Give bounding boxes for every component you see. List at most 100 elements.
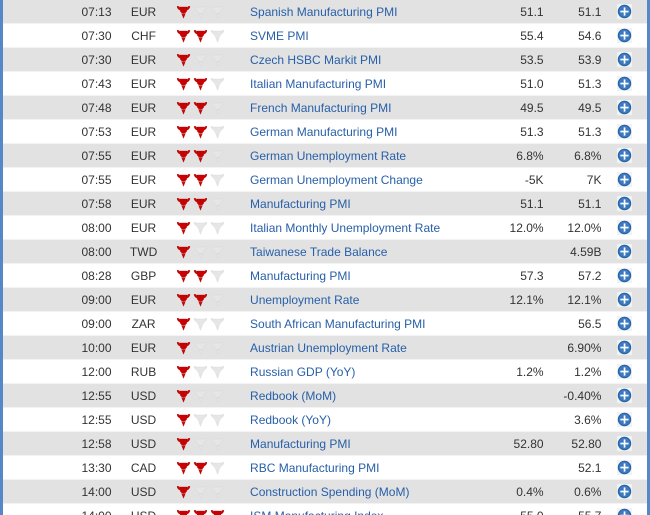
event-name-cell: Spanish Manufacturing PMI [250, 0, 486, 24]
add-event-icon[interactable] [616, 364, 632, 380]
calendar-event-row[interactable]: 07:58 EUR Manufacturing PMI 51.1 51.1 [3, 191, 647, 216]
add-event-icon[interactable] [616, 76, 632, 92]
event-time: 07:13 [3, 0, 112, 24]
add-event-icon[interactable] [616, 508, 632, 515]
calendar-event-row[interactable]: 07:55 EUR German Unemployment Rate 6.8% 6.8% [3, 143, 647, 168]
calendar-event-row[interactable]: 14:00 USD Construction Spending (MoM) 0.4% 0… [3, 479, 647, 504]
event-name-link[interactable]: Unemployment Rate [250, 293, 486, 307]
calendar-event-row[interactable]: 14:00USD ISM Manufacturing Index55.055.7 [3, 503, 647, 515]
bull-icon [210, 77, 225, 91]
event-name-link[interactable]: SVME PMI [250, 29, 486, 43]
bull-icon [176, 173, 191, 187]
event-actual-value: 12.0% [485, 215, 544, 240]
event-actual-value: 0.4% [485, 479, 544, 504]
calendar-event-row[interactable]: 09:00 ZAR South African Manufacturing PMI 5… [3, 311, 647, 336]
calendar-event-row[interactable]: 07:48 EUR French Manufacturing PMI 49.5 49.5 [3, 95, 647, 120]
calendar-event-row[interactable]: 09:00 EUR Unemployment Rate 12.1% 12.1% [3, 287, 647, 312]
calendar-event-row[interactable]: 10:00 EUR Austrian Unemployment Rate 6.90% [3, 335, 647, 360]
bull-icon [210, 509, 225, 515]
event-name-cell: Manufacturing PMI [250, 431, 486, 456]
add-event-icon[interactable] [616, 388, 632, 404]
add-event-icon[interactable] [616, 148, 632, 164]
add-event-icon[interactable] [616, 484, 632, 500]
event-name-link[interactable]: Redbook (MoM) [250, 389, 486, 403]
event-name-link[interactable]: Construction Spending (MoM) [250, 485, 486, 499]
bull-icon [193, 269, 208, 283]
event-forecast-value: 12.0% [543, 215, 602, 240]
calendar-event-row[interactable]: 07:55 EUR German Unemployment Change -5K 7K [3, 167, 647, 192]
event-time: 12:58 [3, 431, 112, 456]
calendar-event-row[interactable]: 12:58 USD Manufacturing PMI 52.80 52.80 [3, 431, 647, 456]
event-name-link[interactable]: German Unemployment Rate [250, 149, 486, 163]
event-name-link[interactable]: Manufacturing PMI [250, 437, 486, 451]
event-name-link[interactable]: Spanish Manufacturing PMI [250, 5, 486, 19]
add-event-icon[interactable] [616, 4, 632, 20]
calendar-event-row[interactable]: 07:53 EUR German Manufacturing PMI 51.3 51.3 [3, 119, 647, 144]
calendar-event-row[interactable]: 08:28 GBP Manufacturing PMI 57.3 57.2 [3, 263, 647, 288]
event-name-link[interactable]: Italian Monthly Unemployment Rate [250, 221, 486, 235]
bull-icon [176, 437, 191, 451]
event-name-link[interactable]: South African Manufacturing PMI [250, 317, 486, 331]
add-event-icon[interactable] [616, 100, 632, 116]
event-name-link[interactable]: Italian Manufacturing PMI [250, 77, 486, 91]
event-name-link[interactable]: Manufacturing PMI [250, 197, 486, 211]
event-forecast-value: 6.90% [543, 335, 602, 360]
event-importance [175, 263, 251, 288]
event-forecast-value: 54.6 [543, 23, 602, 48]
calendar-event-row[interactable]: 08:00 EUR Italian Monthly Unemployment Rat… [3, 215, 647, 240]
bull-icon [193, 149, 208, 163]
calendar-event-row[interactable]: 12:00 RUB Russian GDP (YoY) 1.2% 1.2% [3, 359, 647, 384]
bull-icon [210, 269, 225, 283]
add-event-icon[interactable] [616, 124, 632, 140]
event-name-link[interactable]: Manufacturing PMI [250, 269, 486, 283]
add-event-icon[interactable] [616, 28, 632, 44]
event-name-link[interactable]: ISM Manufacturing Index [250, 509, 486, 515]
calendar-event-row[interactable]: 13:30 CAD RBC Manufacturing PMI 52.1 [3, 455, 647, 480]
bull-icon [176, 197, 191, 211]
bull-icon [176, 5, 191, 19]
add-event-icon[interactable] [616, 436, 632, 452]
event-name-link[interactable]: RBC Manufacturing PMI [250, 461, 486, 475]
add-event-icon[interactable] [616, 244, 632, 260]
add-event-icon[interactable] [616, 220, 632, 236]
add-to-calendar-cell [601, 215, 647, 240]
event-currency: GBP [111, 263, 176, 288]
bull-icon [176, 413, 191, 427]
add-event-icon[interactable] [616, 268, 632, 284]
calendar-event-row[interactable]: 08:00 TWD Taiwanese Trade Balance 4.59B [3, 239, 647, 264]
calendar-event-row[interactable]: 07:30 CHF SVME PMI 55.4 54.6 [3, 23, 647, 48]
event-actual-value: 52.80 [485, 431, 544, 456]
add-event-icon[interactable] [616, 172, 632, 188]
add-to-calendar-cell [601, 503, 647, 515]
event-importance [175, 119, 251, 144]
calendar-event-row[interactable]: 07:13 EUR Spanish Manufacturing PMI 51.1 51.… [3, 0, 647, 24]
add-event-icon[interactable] [616, 340, 632, 356]
event-name-link[interactable]: German Unemployment Change [250, 173, 486, 187]
event-name-link[interactable]: Russian GDP (YoY) [250, 365, 486, 379]
bull-icon [210, 365, 225, 379]
add-event-icon[interactable] [616, 292, 632, 308]
calendar-event-row[interactable]: 12:55 USD Redbook (MoM) -0.40% [3, 383, 647, 408]
event-name-link[interactable]: German Manufacturing PMI [250, 125, 486, 139]
calendar-event-row[interactable]: 07:43 EUR Italian Manufacturing PMI 51.0 51.… [3, 71, 647, 96]
add-event-icon[interactable] [616, 196, 632, 212]
add-event-icon[interactable] [616, 460, 632, 476]
event-time: 07:58 [3, 191, 112, 216]
add-event-icon[interactable] [616, 52, 632, 68]
event-forecast-value: 51.1 [543, 191, 602, 216]
event-importance [175, 71, 251, 96]
calendar-event-row[interactable]: 12:55 USD Redbook (YoY) 3.6% [3, 407, 647, 432]
event-name-link[interactable]: Taiwanese Trade Balance [250, 245, 486, 259]
event-name-cell: German Unemployment Change [250, 167, 486, 192]
bull-icon [193, 389, 208, 403]
bull-icon [210, 437, 225, 451]
add-event-icon[interactable] [616, 316, 632, 332]
event-actual-value: 51.0 [485, 71, 544, 96]
event-name-cell: Manufacturing PMI [250, 263, 486, 288]
event-name-link[interactable]: Redbook (YoY) [250, 413, 486, 427]
add-event-icon[interactable] [616, 412, 632, 428]
event-name-link[interactable]: Czech HSBC Markit PMI [250, 53, 486, 67]
event-name-link[interactable]: French Manufacturing PMI [250, 101, 486, 115]
calendar-event-row[interactable]: 07:30 EUR Czech HSBC Markit PMI 53.5 53.9 [3, 47, 647, 72]
event-name-link[interactable]: Austrian Unemployment Rate [250, 341, 486, 355]
